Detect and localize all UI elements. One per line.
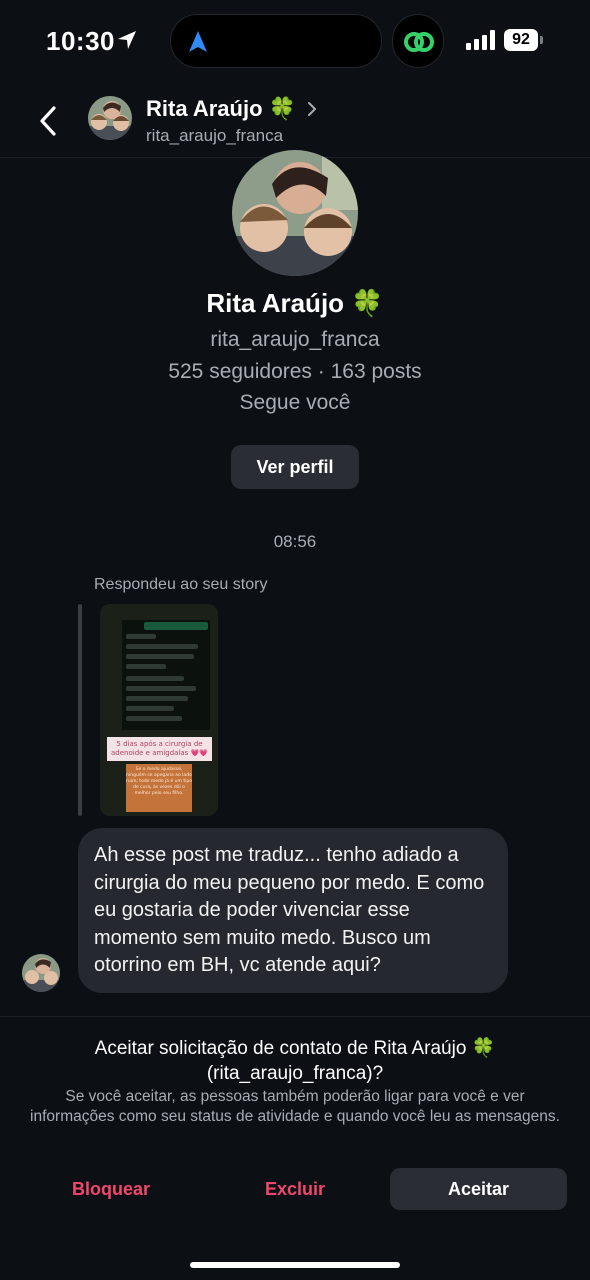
profile-avatar[interactable]	[232, 150, 358, 276]
story-chat-line	[126, 676, 184, 681]
dynamic-island	[170, 14, 382, 68]
request-divider	[0, 1016, 590, 1017]
story-reply-note: Respondeu ao seu story	[94, 576, 268, 593]
story-caption: 5 dias após a cirurgia de adenoide e amí…	[107, 737, 212, 761]
sender-avatar[interactable]	[22, 954, 60, 992]
request-description: Se você aceitar, as pessoas também poder…	[30, 1088, 560, 1125]
header-name-text: Rita Araújo	[146, 96, 263, 121]
clover-emoji: 🍀	[268, 96, 296, 121]
header-username: rita_araujo_franca	[146, 126, 284, 145]
battery-icon: 92	[504, 29, 544, 51]
status-time: 10:30	[46, 26, 115, 56]
accept-button[interactable]: Aceitar	[390, 1168, 567, 1210]
block-button[interactable]: Bloquear	[40, 1168, 182, 1210]
story-chat-line	[126, 664, 166, 669]
view-profile-button[interactable]: Ver perfil	[231, 445, 359, 489]
home-indicator[interactable]	[190, 1262, 400, 1268]
header-name[interactable]: Rita Araújo 🍀	[146, 96, 296, 122]
reply-indicator-bar	[78, 604, 82, 816]
profile-name-text: Rita Araújo	[206, 288, 345, 318]
profile-username: rita_araujo_franca	[210, 328, 380, 351]
profile-name: Rita Araújo 🍀	[0, 288, 590, 319]
story-chat-line	[126, 634, 156, 639]
story-chat-line	[126, 706, 174, 711]
message-bubble[interactable]: Ah esse post me traduz... tenho adiado a…	[78, 828, 508, 993]
story-thumbnail[interactable]: 5 dias após a cirurgia de adenoide e amí…	[100, 604, 218, 816]
status-bar: 10:30 92	[0, 0, 590, 82]
story-chat-line	[126, 716, 182, 721]
story-chat-line	[126, 686, 196, 691]
story-chat-line	[126, 654, 194, 659]
battery-level: 92	[504, 29, 538, 51]
back-chevron-icon[interactable]	[36, 104, 62, 138]
story-chat-header	[144, 622, 208, 630]
message-timestamp: 08:56	[273, 532, 317, 551]
profile-stats: 525 seguidores · 163 posts	[168, 360, 422, 383]
chat-header: Rita Araújo 🍀 rita_araujo_franca	[0, 82, 590, 158]
story-chat-line	[126, 644, 198, 649]
request-title: Aceitar solicitação de contato de Rita A…	[94, 1038, 496, 1084]
story-overlay-text: Se o medo ajudasse, ninguém se apegaria …	[126, 764, 192, 812]
location-arrow-icon	[118, 31, 136, 49]
follows-you-label: Segue você	[239, 391, 351, 414]
chain-link-icon	[404, 32, 434, 52]
navigation-arrow-icon	[189, 31, 207, 52]
battery-nub	[540, 36, 543, 44]
chevron-right-icon[interactable]	[306, 100, 318, 118]
header-avatar[interactable]	[88, 96, 132, 140]
clover-emoji: 🍀	[351, 288, 384, 318]
delete-button[interactable]: Excluir	[222, 1168, 368, 1210]
live-activity-pill	[392, 14, 444, 68]
story-chat-line	[126, 696, 188, 701]
cellular-signal-icon	[466, 30, 495, 50]
